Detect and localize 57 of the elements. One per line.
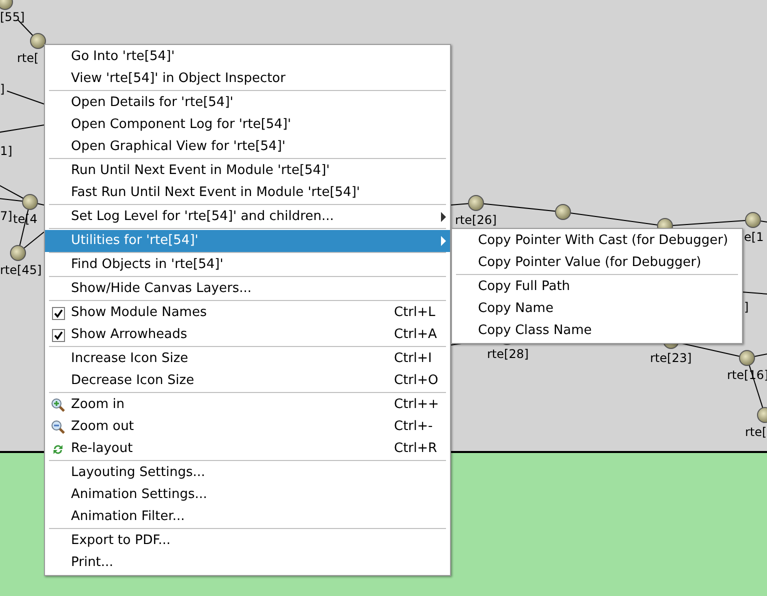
- checkbox[interactable]: [52, 306, 64, 320]
- menu-item[interactable]: Zoom in Ctrl++: [45, 394, 450, 416]
- module-node-icon[interactable]: [10, 245, 26, 261]
- module-label: ]: [0, 81, 5, 97]
- menu-item[interactable]: Print...: [45, 552, 450, 574]
- checkbox[interactable]: [52, 328, 64, 342]
- menu-item[interactable]: Show Module Names Ctrl+L: [45, 302, 450, 324]
- module-label: 7]: [0, 208, 12, 224]
- menu-item[interactable]: Decrease Icon Size Ctrl+O: [45, 370, 450, 392]
- menu-item[interactable]: Layouting Settings...: [45, 462, 450, 484]
- submenu-arrow-icon: [441, 212, 446, 222]
- menu-item[interactable]: Utilities for 'rte[54]': [45, 230, 450, 252]
- menu-item[interactable]: Export to PDF...: [45, 530, 450, 552]
- module-label: [55]: [0, 9, 25, 25]
- module-node-icon[interactable]: [468, 195, 484, 211]
- menu-item[interactable]: Re-layout Ctrl+R: [45, 438, 450, 460]
- module-node-icon[interactable]: [555, 204, 571, 220]
- module-node-icon[interactable]: [757, 407, 767, 423]
- refresh-icon: [52, 442, 64, 456]
- module-label: rte[23]: [650, 350, 692, 366]
- menu-item[interactable]: Open Component Log for 'rte[54]': [45, 114, 450, 136]
- zoom-out-icon: [51, 420, 65, 434]
- menu-item[interactable]: Copy Full Path: [452, 276, 742, 298]
- menu-item[interactable]: Zoom out Ctrl+-: [45, 416, 450, 438]
- menu-item[interactable]: Copy Name: [452, 298, 742, 320]
- menu-item[interactable]: Fast Run Until Next Event in Module 'rte[54]': [45, 182, 450, 204]
- menu-item[interactable]: Copy Class Name: [452, 320, 742, 342]
- menu-item[interactable]: Copy Pointer With Cast (for Debugger): [452, 230, 742, 252]
- module-node-icon[interactable]: [0, 0, 13, 10]
- menu-item[interactable]: Go Into 'rte[54]': [45, 46, 450, 68]
- menu-item[interactable]: Animation Settings...: [45, 484, 450, 506]
- menu-item[interactable]: Open Graphical View for 'rte[54]': [45, 136, 450, 158]
- menu-item[interactable]: Find Objects in 'rte[54]': [45, 254, 450, 276]
- module-label: rte[28]: [487, 346, 529, 362]
- module-label: rte[: [745, 424, 767, 440]
- module-label: rte[: [17, 50, 39, 66]
- menu-item[interactable]: View 'rte[54]' in Object Inspector: [45, 68, 450, 90]
- module-label: ]: [744, 299, 749, 315]
- menu-item[interactable]: Run Until Next Event in Module 'rte[54]': [45, 160, 450, 182]
- module-label: e[1: [744, 229, 764, 245]
- menu-item[interactable]: Animation Filter...: [45, 506, 450, 528]
- menu-item[interactable]: Set Log Level for 'rte[54]' and children...: [45, 206, 450, 228]
- zoom-in-icon: [51, 398, 65, 412]
- menu-item[interactable]: Copy Pointer Value (for Debugger): [452, 252, 742, 274]
- connection-line: [6, 90, 44, 104]
- submenu-arrow-icon: [441, 236, 446, 246]
- module-node-icon[interactable]: [30, 33, 46, 49]
- module-node-icon[interactable]: [739, 350, 755, 366]
- module-label: 1]: [0, 143, 12, 159]
- menu-item[interactable]: Show/Hide Canvas Layers...: [45, 278, 450, 300]
- menu-item[interactable]: Show Arrowheads Ctrl+A: [45, 324, 450, 346]
- menu-item[interactable]: Increase Icon Size Ctrl+I: [45, 348, 450, 370]
- module-node-icon[interactable]: [745, 212, 761, 228]
- module-node-icon[interactable]: [22, 194, 38, 210]
- module-label: rte[45]: [0, 262, 42, 278]
- module-label: rte[26]: [455, 212, 497, 228]
- menu-item[interactable]: Open Details for 'rte[54]': [45, 92, 450, 114]
